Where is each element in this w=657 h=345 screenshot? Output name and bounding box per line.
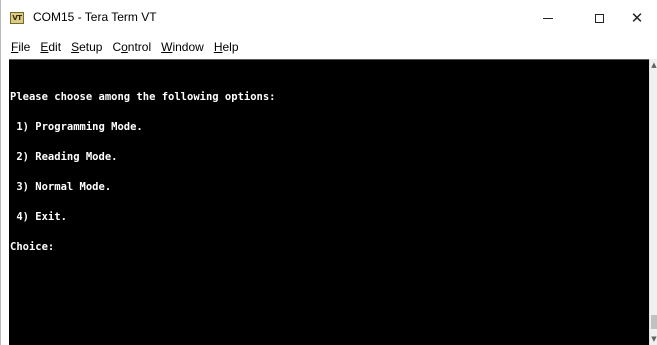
menu-edit[interactable]: Edit bbox=[40, 40, 61, 54]
terminal-screen[interactable]: Please choose among the following option… bbox=[9, 59, 649, 345]
menu-setup-label: etup bbox=[79, 39, 103, 54]
terminal-line-option-1: 1) Programming Mode. bbox=[10, 121, 143, 133]
menu-help[interactable]: Help bbox=[214, 40, 239, 54]
minimize-icon bbox=[543, 17, 553, 19]
menu-control-prefix: C bbox=[112, 39, 122, 54]
menu-setup-accel: S bbox=[71, 39, 80, 54]
window-title: COM15 - Tera Term VT bbox=[33, 10, 157, 24]
terminal-output: Please choose among the following option… bbox=[9, 60, 649, 272]
menu-edit-label: dit bbox=[48, 39, 62, 54]
menu-help-accel: H bbox=[213, 39, 223, 54]
menu-window-accel: W bbox=[161, 39, 173, 54]
terminal-line-choice: Choice: bbox=[10, 241, 55, 253]
scroll-up-icon[interactable]: ▲ bbox=[650, 59, 657, 71]
scroll-down-icon[interactable]: ▼ bbox=[650, 333, 657, 345]
tera-term-app-icon[interactable]: VT bbox=[10, 12, 24, 24]
menu-file-label: ile bbox=[18, 39, 31, 54]
menu-bar: File Edit Setup Control Window Help bbox=[1, 36, 657, 57]
menu-control[interactable]: Control bbox=[112, 40, 151, 54]
maximize-button[interactable] bbox=[576, 0, 622, 36]
terminal-line-option-3: 3) Normal Mode. bbox=[10, 181, 112, 193]
title-bar[interactable]: VT COM15 - Tera Term VT ✕ bbox=[1, 0, 657, 36]
close-icon: ✕ bbox=[630, 8, 644, 27]
maximize-icon bbox=[594, 13, 604, 23]
terminal-line-option-2: 2) Reading Mode. bbox=[10, 151, 118, 163]
menu-help-label: elp bbox=[222, 39, 239, 54]
close-button[interactable]: ✕ bbox=[617, 0, 657, 36]
menu-window[interactable]: Window bbox=[161, 40, 204, 54]
terminal-line-option-4: 4) Exit. bbox=[10, 211, 67, 223]
menu-control-label: ntrol bbox=[127, 39, 152, 54]
menu-file[interactable]: File bbox=[11, 40, 30, 54]
menu-window-label: indow bbox=[172, 39, 204, 54]
scroll-thumb[interactable] bbox=[651, 315, 657, 329]
vertical-scrollbar[interactable]: ▲ ▼ bbox=[649, 59, 657, 345]
tera-term-window: VT COM15 - Tera Term VT ✕ File Edit Setu… bbox=[0, 0, 657, 345]
menu-control-accel: o bbox=[121, 39, 128, 54]
minimize-button[interactable] bbox=[525, 0, 571, 36]
terminal-line-prompt: Please choose among the following option… bbox=[10, 91, 276, 103]
menu-setup[interactable]: Setup bbox=[71, 40, 102, 54]
